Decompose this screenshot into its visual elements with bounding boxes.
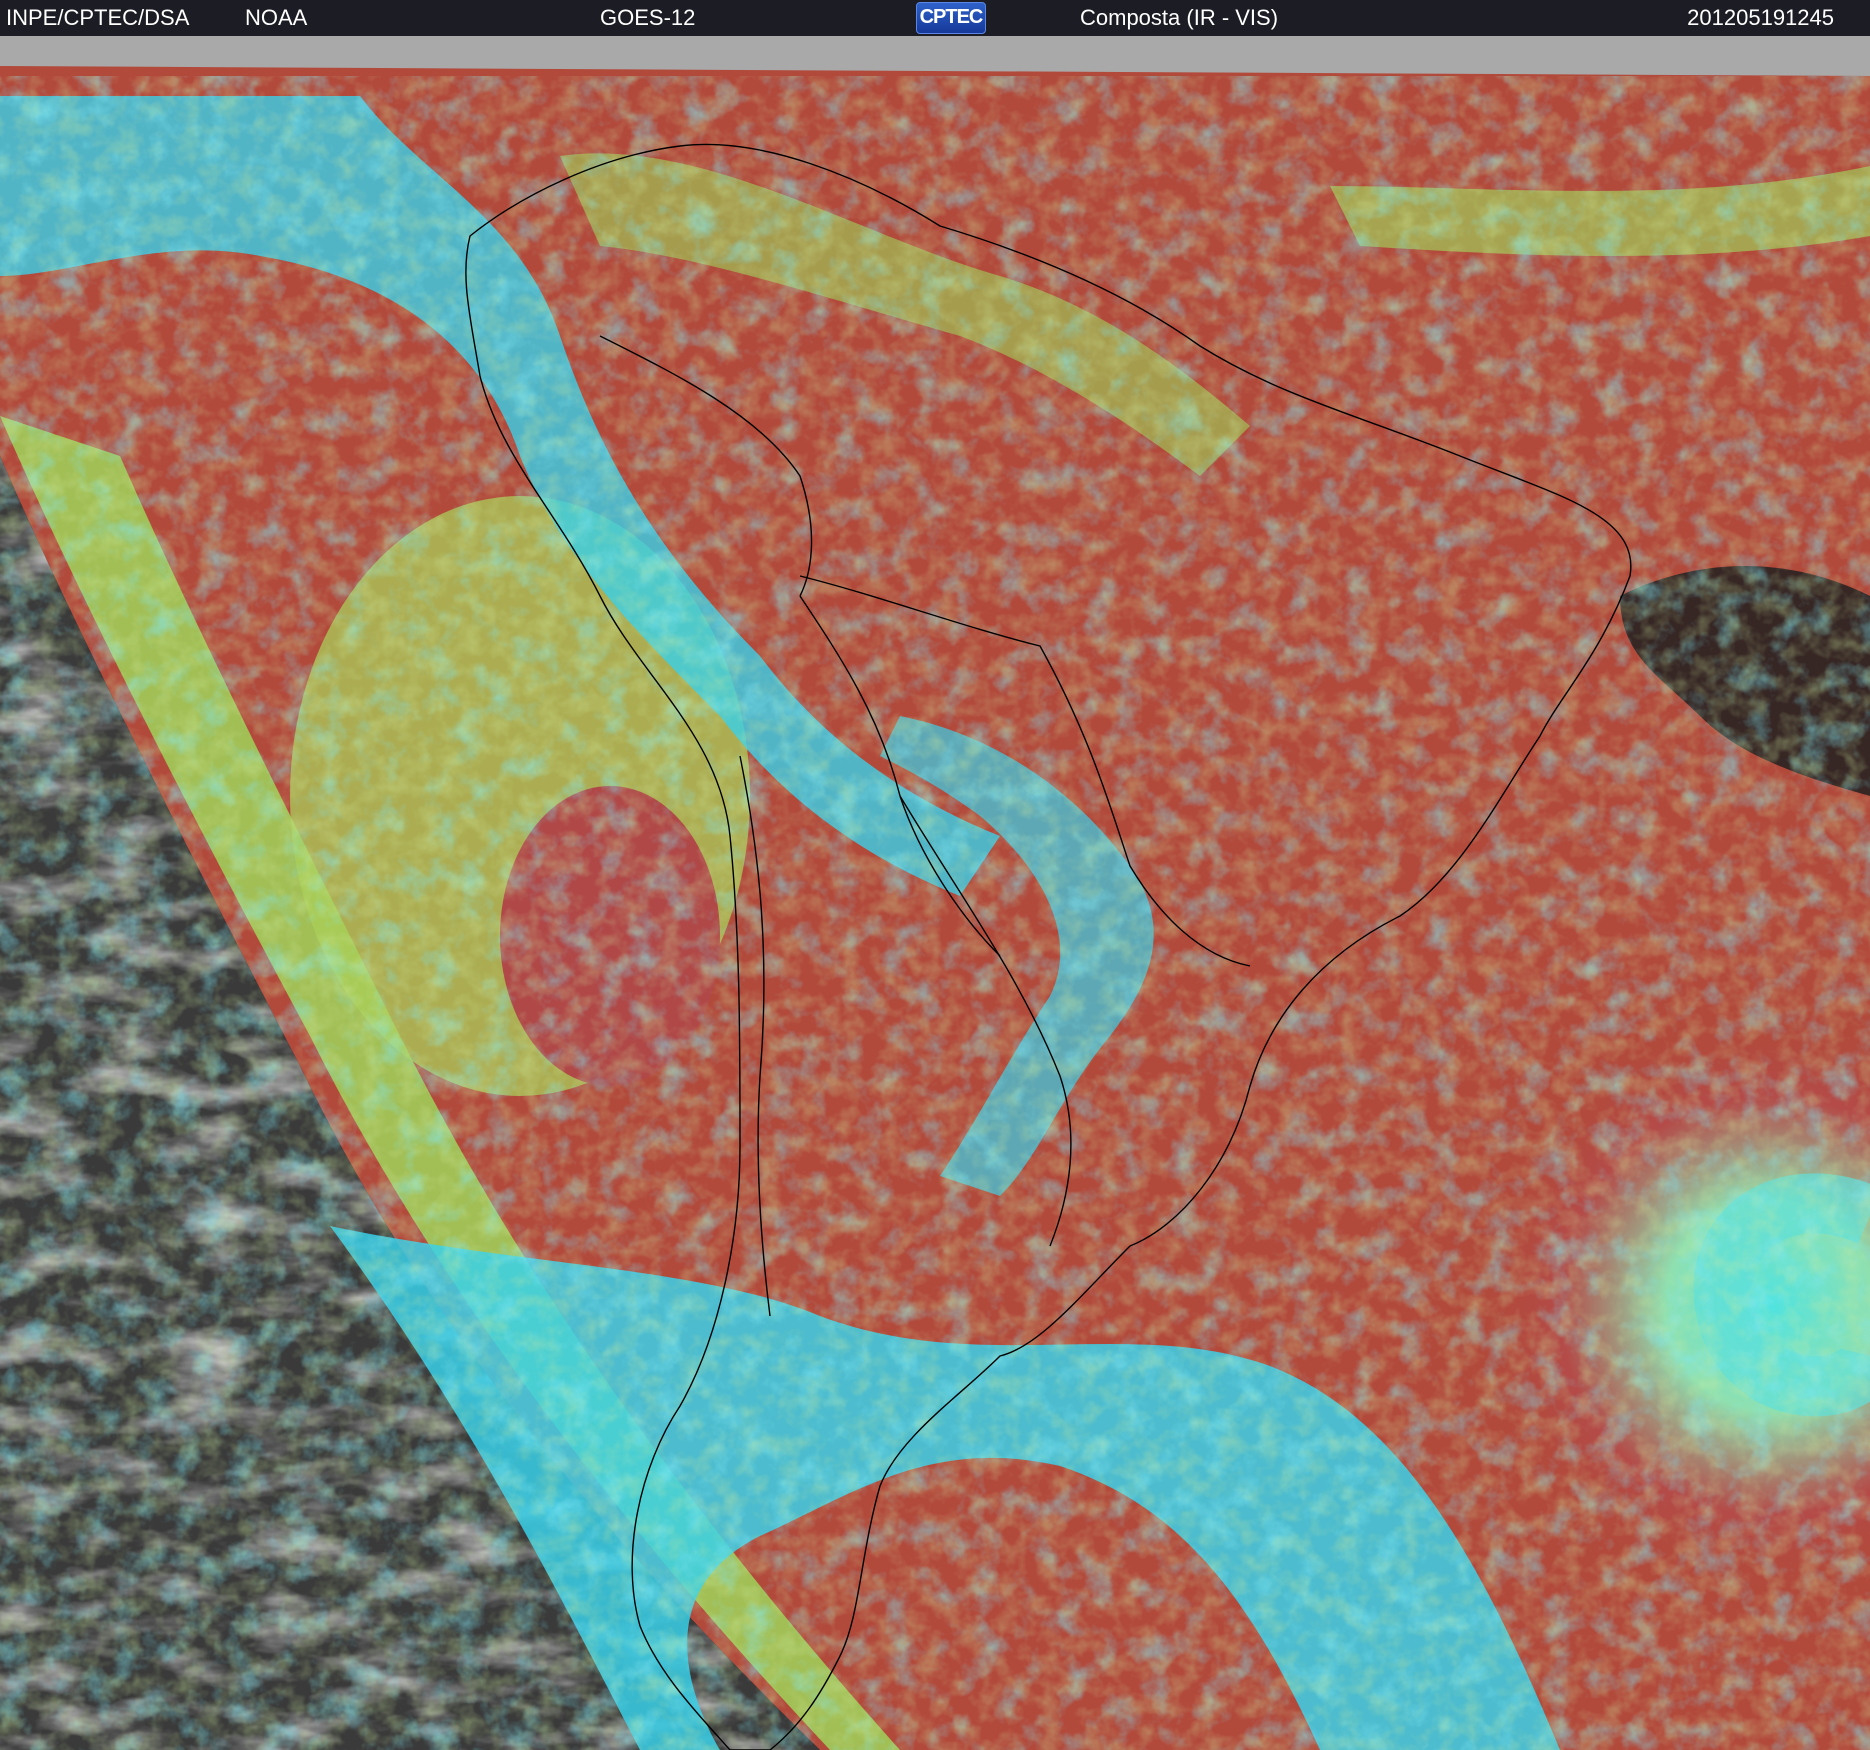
cptec-logo: CPTEC — [916, 2, 986, 34]
agency-label: NOAA — [245, 5, 308, 30]
timestamp-label: 201205191245 — [1687, 5, 1834, 30]
product-label: Composta (IR - VIS) — [1080, 5, 1279, 30]
header-bar: INPE/CPTEC/DSA NOAA GOES-12 CPTEC Compos… — [0, 0, 1870, 36]
satellite-label: GOES-12 — [600, 5, 696, 30]
green-texture — [0, 76, 1870, 1750]
satellite-composite-image — [0, 36, 1870, 1750]
source-label: INPE/CPTEC/DSA — [6, 5, 190, 30]
logo-text: CPTEC — [919, 6, 984, 28]
